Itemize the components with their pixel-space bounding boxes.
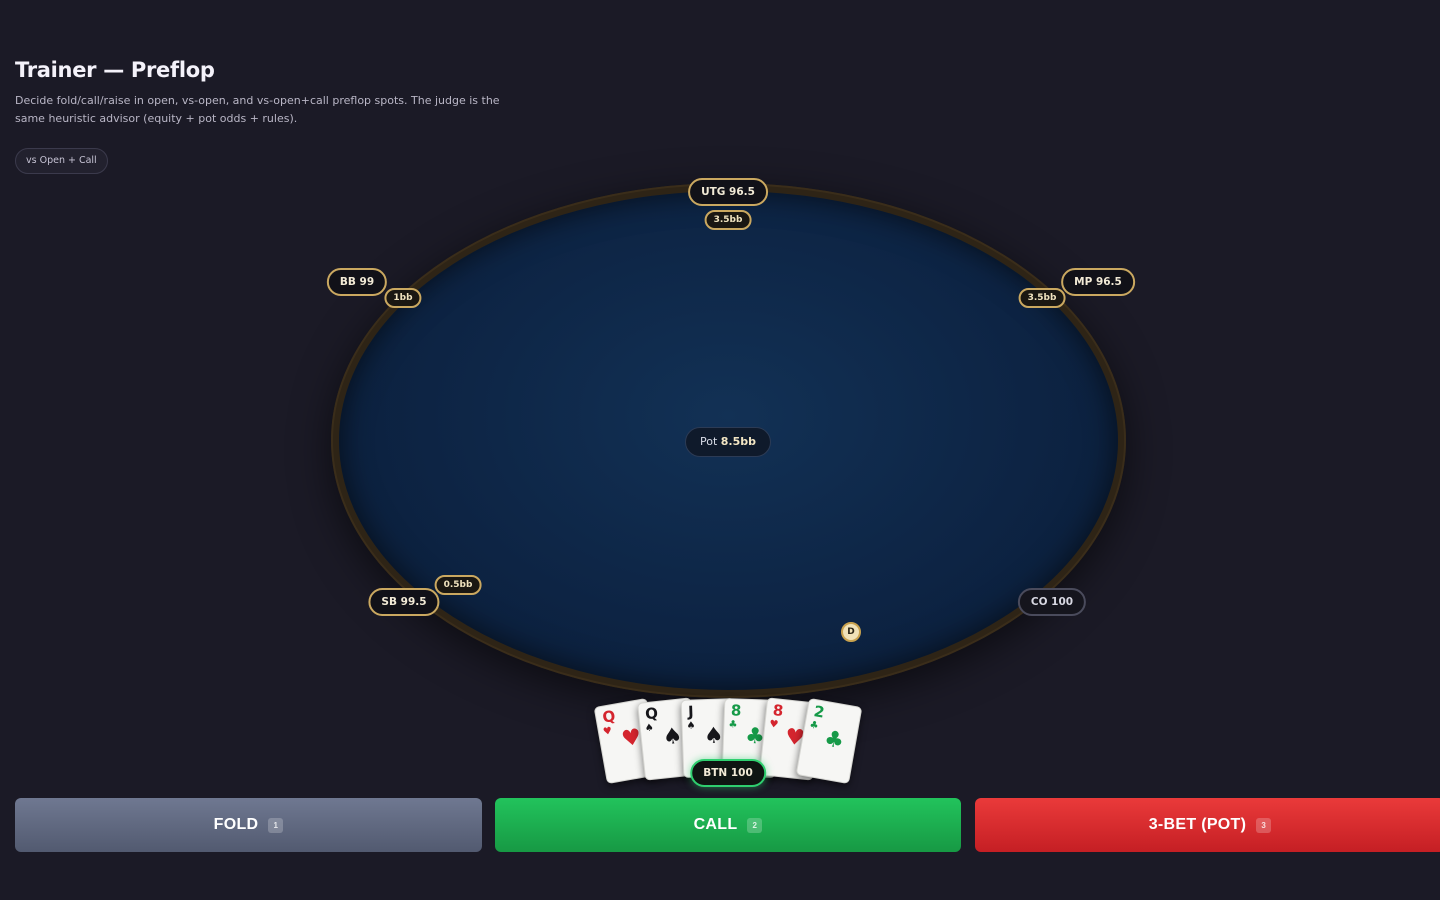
fold-label: FOLD: [213, 816, 259, 833]
card-rank: 2: [812, 702, 826, 722]
mode-pill[interactable]: vs Open + Call: [15, 148, 108, 174]
seat-utg: UTG 96.5: [688, 178, 768, 206]
dealer-button: D: [841, 622, 861, 642]
bet-sb: 0.5bb: [434, 575, 482, 595]
page-header: Trainer — Preflop Decide fold/call/raise…: [15, 58, 535, 128]
fold-hotkey: 1: [268, 817, 284, 833]
card-rank: Q: [601, 706, 617, 727]
three-bet-button[interactable]: 3-BET (POT) 3: [975, 798, 1440, 852]
call-button[interactable]: CALL 2: [495, 798, 961, 852]
pot-display: Pot 8.5bb: [684, 427, 772, 457]
pot-label: Pot: [699, 435, 718, 448]
bet-mp: 3.5bb: [1018, 288, 1066, 308]
call-hotkey: 2: [747, 817, 763, 833]
card-rank: J: [687, 702, 694, 721]
card-rank: Q: [644, 703, 659, 724]
three-bet-label: 3-BET (POT): [1148, 816, 1247, 833]
card-suit-pip: ♥: [602, 725, 613, 738]
three-bet-hotkey: 3: [1256, 817, 1272, 833]
card-suit-pip: ♣: [728, 719, 738, 731]
seat-bb: BB 99: [326, 268, 388, 296]
call-label: CALL: [693, 816, 738, 833]
bet-bb: 1bb: [384, 288, 422, 308]
seat-co: CO 100: [1017, 588, 1087, 616]
pot-value: 8.5bb: [720, 435, 757, 448]
page-title: Trainer — Preflop: [15, 58, 215, 82]
seat-sb: SB 99.5: [368, 588, 440, 616]
card-suit-pip: ♣: [808, 719, 820, 732]
bet-utg: 3.5bb: [704, 210, 752, 230]
card-suit-icon: ♣: [822, 726, 846, 755]
seat-mp: MP 96.5: [1061, 268, 1135, 296]
card-suit-pip: ♠: [644, 722, 655, 735]
page-description: Decide fold/call/raise in open, vs-open,…: [15, 94, 500, 125]
card-rank: 8: [771, 701, 785, 721]
card-suit-pip: ♠: [686, 720, 696, 732]
card-rank: 8: [730, 701, 742, 720]
card-suit-icon: ♠: [703, 723, 725, 750]
fold-button[interactable]: FOLD 1: [15, 798, 482, 852]
card-suit-pip: ♥: [768, 718, 779, 731]
card-suit-icon: ♠: [661, 723, 684, 751]
seat-btn-hero: BTN 100: [690, 759, 766, 787]
